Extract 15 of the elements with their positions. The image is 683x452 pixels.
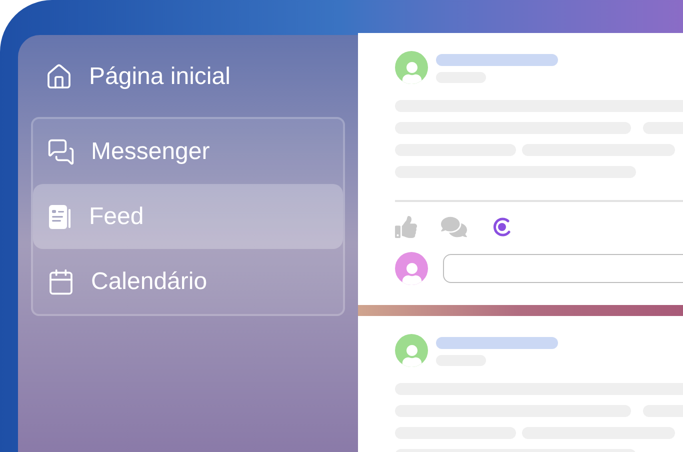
sidebar-item[interactable]: Calendário <box>33 249 343 314</box>
sidebar-item[interactable]: Feed <box>33 184 343 249</box>
comments-icon[interactable] <box>441 214 467 240</box>
chat-bubbles-icon <box>47 138 75 166</box>
swirl-icon[interactable] <box>491 216 513 238</box>
thumbs-up-icon[interactable] <box>395 216 417 238</box>
avatar-icon <box>395 51 428 84</box>
calendar-icon <box>47 268 75 296</box>
avatar-icon <box>395 252 428 285</box>
document-icon <box>47 204 73 230</box>
avatar-icon <box>395 334 428 367</box>
comment-field[interactable] <box>443 254 683 283</box>
sidebar-item[interactable]: Messenger <box>33 119 343 184</box>
home-icon <box>45 63 73 91</box>
sidebar-item[interactable]: Página inicial <box>31 57 345 97</box>
